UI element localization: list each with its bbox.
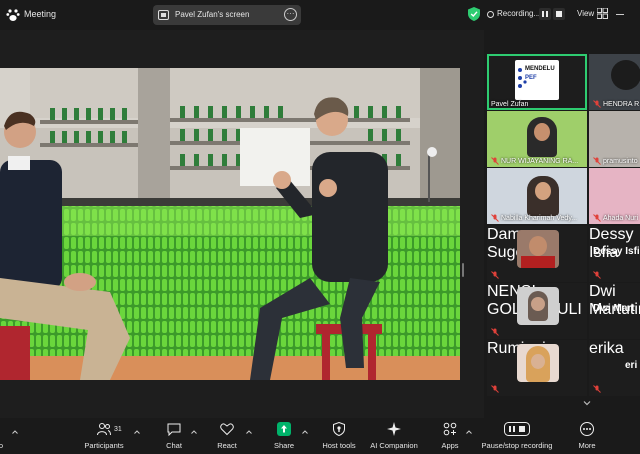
participant-tile[interactable]: Dessy Isfi Dessy Isfia — [589, 226, 640, 282]
pause-stop-icon — [504, 422, 530, 436]
toolbar-label: Chat — [166, 441, 182, 450]
muted-mic-icon — [593, 100, 601, 108]
top-bar: Meeting Pavel Zufan's screen ··· Recordi… — [0, 0, 640, 30]
window-title: Meeting — [24, 9, 57, 19]
screen-share-pill[interactable]: Pavel Zufan's screen ··· — [153, 5, 301, 25]
toolbar-label: React — [217, 441, 237, 450]
video-icon — [0, 422, 10, 436]
chevron-down-icon[interactable] — [583, 399, 591, 407]
react-button[interactable]: React — [214, 422, 240, 452]
share-button[interactable]: Share — [272, 422, 296, 452]
participants-icon — [97, 423, 111, 436]
host-tools-button[interactable]: Host tools — [318, 422, 360, 452]
participant-name: pramusinto — [603, 158, 638, 165]
chat-icon — [167, 423, 181, 436]
muted-mic-icon — [593, 214, 601, 222]
share-screen-icon — [277, 422, 291, 436]
sparkle-icon — [387, 422, 401, 436]
muted-mic-icon — [491, 385, 499, 393]
apps-button[interactable]: Apps — [438, 422, 462, 452]
participant-tile[interactable]: Ahada Nuri — [589, 168, 640, 224]
ai-companion-button[interactable]: AI Companion — [368, 422, 420, 452]
participant-name: HENDRA R — [603, 101, 640, 108]
apps-icon — [443, 422, 457, 436]
participant-display-name: Dwi Mart — [593, 303, 635, 314]
chevron-up-icon[interactable] — [246, 430, 252, 434]
participant-name: Ahada Nuri — [603, 215, 639, 222]
participants-count: 31 — [114, 426, 122, 433]
participant-tile[interactable]: Rumiani — [487, 340, 587, 396]
chevron-up-icon[interactable] — [302, 430, 308, 434]
chevron-up-icon[interactable] — [191, 430, 197, 434]
participant-tile[interactable]: Damar Sugeng — [487, 226, 587, 282]
participant-tile[interactable]: HENDRA R — [589, 54, 640, 110]
shared-screen-area — [0, 30, 484, 420]
muted-mic-icon — [491, 214, 499, 222]
recording-icon — [487, 11, 494, 18]
heart-icon — [220, 423, 234, 436]
chevron-up-icon[interactable] — [134, 430, 140, 434]
participant-name: erika — [589, 340, 624, 357]
more-options-icon[interactable]: ··· — [284, 8, 297, 21]
meeting-app-icon — [6, 9, 20, 21]
participant-name: Pavel Zufan — [491, 101, 529, 108]
security-shield-icon[interactable] — [468, 7, 480, 21]
muted-mic-icon — [593, 271, 601, 279]
avatar — [517, 344, 559, 382]
participant-tile[interactable]: Nabilla Kharimah Vedy... — [487, 168, 587, 224]
muted-mic-icon — [593, 385, 601, 393]
interview-scene-image — [0, 68, 460, 380]
recording-label: Recording... — [497, 9, 541, 18]
participant-display-name: Dessy Isfi — [593, 246, 640, 257]
toolbar-label: Host tools — [322, 441, 356, 450]
participant-name: Nabilla Kharimah Vedy... — [501, 215, 578, 222]
chat-button[interactable]: Chat — [162, 422, 186, 452]
toolbar-label: More — [578, 441, 596, 450]
participant-face — [535, 182, 551, 200]
muted-mic-icon — [593, 157, 601, 165]
video-button[interactable]: o — [0, 422, 6, 452]
toolbar-label: AI Companion — [370, 441, 418, 450]
participant-tile[interactable]: NENSI GOLDA YULI — [487, 283, 587, 339]
participant-tile[interactable]: Dwi Mart Dwi Martutin — [589, 283, 640, 339]
pause-recording-button[interactable] — [539, 8, 551, 20]
screen-share-label: Pavel Zufan's screen — [175, 10, 250, 19]
participant-display-name: eri — [625, 360, 638, 371]
chevron-up-icon[interactable] — [466, 430, 472, 434]
participant-name: NUR WIJAYANING RA... — [501, 158, 579, 165]
logo-text-pef: PEF — [525, 75, 537, 81]
participant-tile[interactable]: NUR WIJAYANING RA... — [487, 111, 587, 167]
view-button[interactable]: View — [577, 9, 594, 18]
screen-share-icon — [158, 10, 169, 20]
toolbar-label: Pause/stop recording — [481, 441, 553, 450]
muted-mic-icon — [491, 271, 499, 279]
toolbar-label: Participants — [84, 441, 124, 450]
minimize-icon[interactable] — [616, 14, 624, 15]
meeting-toolbar: o Participants 31 Chat React Share Host … — [0, 418, 640, 454]
mendelu-logo: MENDELU PEF — [515, 60, 559, 100]
avatar — [517, 230, 559, 268]
participant-tile[interactable]: pramusinto — [589, 111, 640, 167]
more-icon — [580, 422, 594, 436]
participant-tile[interactable]: MENDELU PEF Pavel Zufan — [487, 54, 587, 110]
muted-mic-icon — [491, 157, 499, 165]
muted-mic-icon — [491, 328, 499, 336]
toolbar-label: Apps — [441, 441, 459, 450]
pause-stop-recording-button[interactable]: Pause/stop recording — [478, 422, 556, 452]
logo-text-mendelu: MENDELU — [525, 66, 555, 72]
toolbar-label: o — [0, 441, 4, 450]
shield-icon — [333, 422, 345, 436]
split-view-handle[interactable] — [462, 263, 464, 277]
avatar — [517, 287, 559, 325]
toolbar-label: Share — [273, 441, 294, 450]
more-button[interactable]: More — [574, 422, 600, 452]
view-grid-icon[interactable] — [597, 8, 608, 19]
chevron-up-icon[interactable] — [12, 430, 18, 434]
shared-video — [0, 68, 460, 380]
participant-tile[interactable]: eri erika — [589, 340, 640, 396]
participant-video — [611, 60, 640, 90]
participant-face — [534, 123, 550, 141]
stop-recording-button[interactable] — [553, 8, 565, 20]
